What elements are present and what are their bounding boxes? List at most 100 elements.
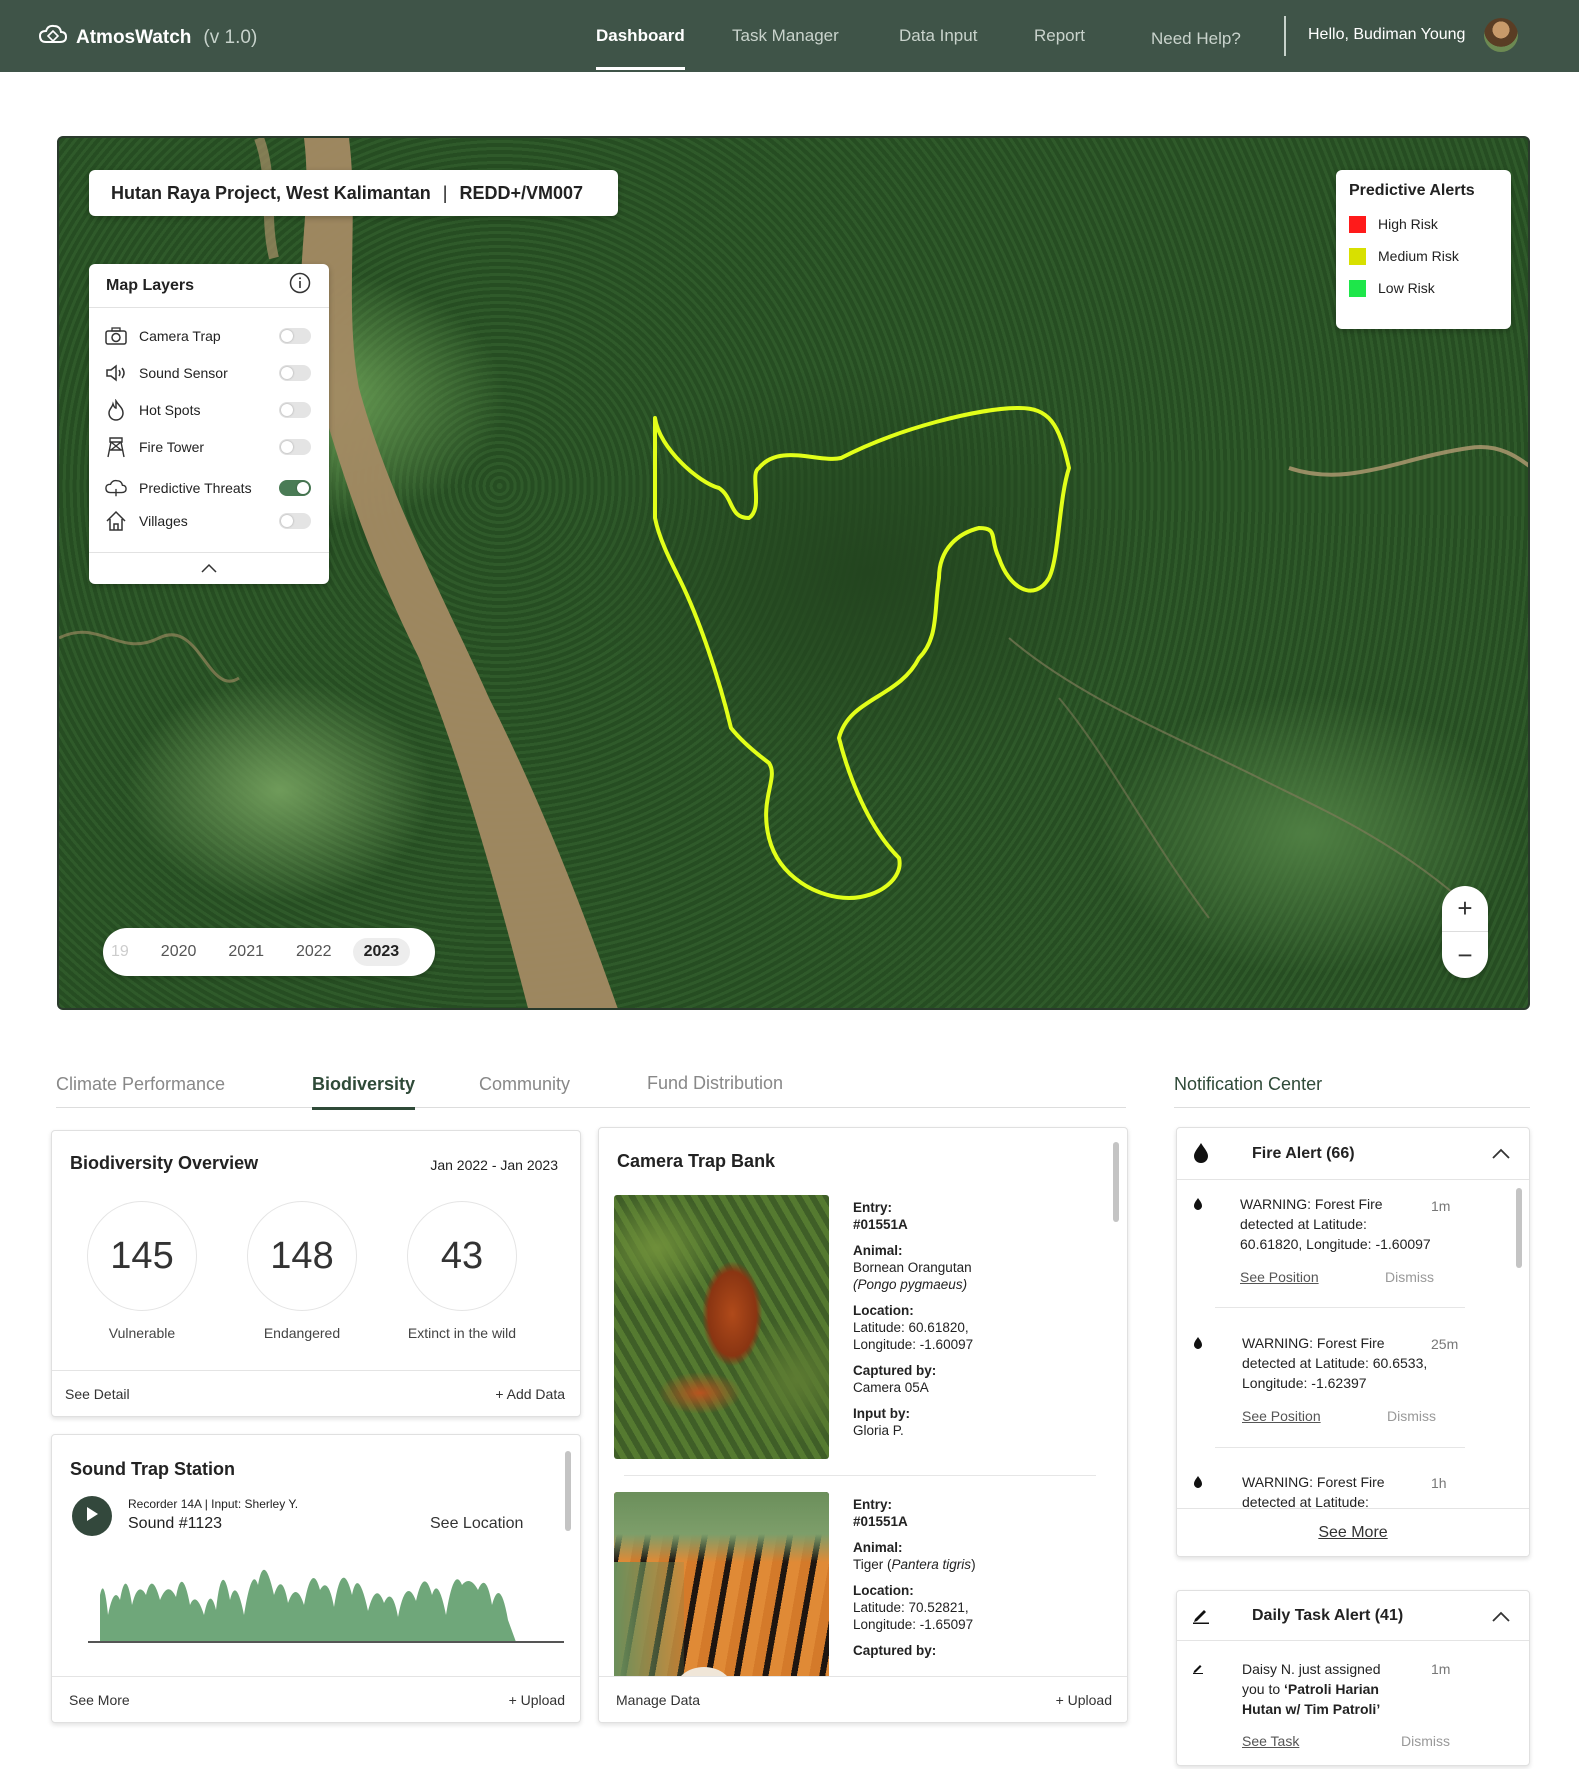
year-option[interactable]: 2022 (285, 938, 343, 966)
tab-fund-distribution[interactable]: Fund Distribution (647, 1073, 783, 1094)
upload-button[interactable]: + Upload (1056, 1692, 1112, 1708)
orangutan-photo[interactable] (614, 1195, 829, 1459)
see-position-link[interactable]: See Position (1242, 1408, 1321, 1424)
nav-task-manager[interactable]: Task Manager (732, 0, 839, 72)
longitude: Longitude: -1.65097 (853, 1617, 974, 1632)
pencil-icon (1192, 1661, 1204, 1679)
see-more-link[interactable]: See More (65, 1692, 130, 1708)
fire-alert-title: Fire Alert (66) (1252, 1144, 1355, 1162)
layer-toggle-hot-spots[interactable] (279, 402, 311, 418)
card-title: Biodiversity Overview (70, 1153, 259, 1173)
year-option[interactable]: 2021 (217, 938, 275, 966)
sound-name: Sound #1123 (128, 1515, 223, 1532)
task-line: Hutan w/ Tim Patroli’ (1242, 1701, 1381, 1717)
nav-divider (1284, 16, 1286, 56)
house-icon (105, 510, 127, 532)
year-selector: 19 2020 2021 2022 2023 (103, 928, 435, 976)
dismiss-button[interactable]: Dismiss (1385, 1269, 1434, 1285)
card-footer: See More + Upload (52, 1676, 580, 1722)
layer-row-hot-spots[interactable]: Hot Spots (105, 398, 311, 422)
scrollbar[interactable] (1113, 1142, 1119, 1222)
app-name: AtmosWatch (76, 27, 192, 48)
task-line: you to ‘Patroli Harian (1242, 1679, 1462, 1699)
year-option[interactable]: 19 (111, 938, 140, 966)
tab-community[interactable]: Community (479, 1074, 570, 1095)
layer-toggle-predictive-threats[interactable] (279, 480, 311, 496)
cloud-icon (105, 477, 127, 499)
location-label: Location: (853, 1303, 914, 1318)
see-location-link[interactable]: See Location (430, 1515, 523, 1533)
add-data-button[interactable]: + Add Data (495, 1386, 565, 1402)
upload-button[interactable]: + Upload (509, 1692, 565, 1708)
latitude: Latitude: 60.61820, (853, 1320, 969, 1335)
app-brand[interactable]: AtmosWatch (v 1.0) (38, 24, 257, 52)
see-position-link[interactable]: See Position (1240, 1269, 1319, 1285)
layer-toggle-sound-sensor[interactable] (279, 365, 311, 381)
animal-label: Animal: (853, 1540, 903, 1555)
project-code: REDD+/VM007 (459, 182, 584, 203)
medium-risk-swatch (1349, 247, 1366, 265)
item-divider (1215, 1447, 1465, 1448)
animal-latin: Pantera tigris (891, 1557, 972, 1572)
fire-alert-header[interactable]: Fire Alert (66) (1177, 1128, 1529, 1180)
nav-dashboard[interactable]: Dashboard (596, 0, 685, 72)
animal-name: Tiger (Pantera tigris) (853, 1556, 1093, 1573)
input-label: Input by: (853, 1406, 910, 1421)
year-option[interactable]: 2020 (150, 938, 208, 966)
alert-time: 1m (1431, 1198, 1451, 1214)
year-option-active[interactable]: 2023 (352, 938, 411, 966)
collapse-layers-button[interactable] (89, 552, 329, 584)
layer-row-villages[interactable]: Villages (105, 509, 311, 533)
layer-toggle-villages[interactable] (279, 513, 311, 529)
layer-row-predictive-threats[interactable]: Predictive Threats (105, 476, 311, 500)
entry-meta: Entry: #01551A Animal: Bornean Orangutan… (853, 1199, 1093, 1439)
predictive-threat-boundary[interactable] (653, 406, 1071, 900)
manage-data-link[interactable]: Manage Data (612, 1692, 700, 1708)
alert-line: detected at Latitude: 60.6533, (1242, 1355, 1428, 1371)
scrollbar[interactable] (565, 1451, 571, 1531)
legend-item-low: Low Risk (1349, 272, 1498, 304)
map-view[interactable]: Hutan Raya Project, West Kalimantan | RE… (57, 136, 1530, 1010)
captured-by: Camera 05A (853, 1380, 929, 1395)
layer-row-camera-trap[interactable]: Camera Trap (105, 324, 311, 348)
tab-climate-performance[interactable]: Climate Performance (56, 1074, 225, 1095)
camera-icon (105, 325, 127, 347)
card-footer: Manage Data + Upload (599, 1676, 1127, 1722)
stat-label: Vulnerable (108, 1325, 176, 1341)
zoom-out-button[interactable]: − (1442, 932, 1488, 978)
layer-toggle-camera-trap[interactable] (279, 328, 311, 344)
legend-label: Medium Risk (1378, 248, 1459, 264)
legend-item-high: High Risk (1349, 208, 1498, 240)
nav-report[interactable]: Report (1034, 0, 1085, 72)
see-more-link[interactable]: See More (1318, 1524, 1387, 1542)
layer-label: Camera Trap (139, 328, 221, 344)
user-avatar[interactable] (1484, 18, 1518, 52)
see-task-link[interactable]: See Task (1242, 1733, 1299, 1749)
task-line: Daisy N. just assigned (1242, 1661, 1381, 1677)
info-icon[interactable] (289, 272, 311, 299)
layer-row-fire-tower[interactable]: Fire Tower (105, 435, 311, 459)
task-alert-header[interactable]: Daily Task Alert (41) (1177, 1591, 1529, 1641)
zoom-in-button[interactable]: + (1442, 886, 1488, 932)
dismiss-button[interactable]: Dismiss (1387, 1408, 1436, 1424)
dismiss-button[interactable]: Dismiss (1401, 1733, 1450, 1749)
chevron-up-icon[interactable] (1491, 1609, 1511, 1627)
fire-alert-item: WARNING: Forest Fire detected at Latitud… (1240, 1194, 1460, 1254)
project-title-card: Hutan Raya Project, West Kalimantan | RE… (89, 170, 618, 216)
nav-need-help[interactable]: Need Help? (1151, 3, 1241, 75)
see-detail-link[interactable]: See Detail (65, 1386, 130, 1402)
nav-data-input[interactable]: Data Input (899, 0, 977, 72)
layer-row-sound-sensor[interactable]: Sound Sensor (105, 361, 311, 385)
chevron-up-icon[interactable] (1491, 1146, 1511, 1164)
play-button[interactable] (72, 1496, 112, 1536)
map-layers-panel: Map Layers Camera Trap Sound Sensor Hot … (89, 264, 329, 584)
camera-entry[interactable]: Entry: #01551A Animal: Bornean Orangutan… (614, 1195, 1104, 1465)
alert-line: 60.61820, Longitude: -1.60097 (1240, 1236, 1431, 1252)
alert-time: 1h (1431, 1475, 1447, 1491)
scrollbar[interactable] (1516, 1188, 1522, 1268)
layer-toggle-fire-tower[interactable] (279, 439, 311, 455)
task-line-prefix: you to (1242, 1681, 1285, 1697)
task-alert-item: Daisy N. just assigned you to ‘Patroli H… (1242, 1659, 1462, 1719)
tab-biodiversity[interactable]: Biodiversity (312, 1074, 416, 1110)
high-risk-swatch (1349, 215, 1366, 233)
